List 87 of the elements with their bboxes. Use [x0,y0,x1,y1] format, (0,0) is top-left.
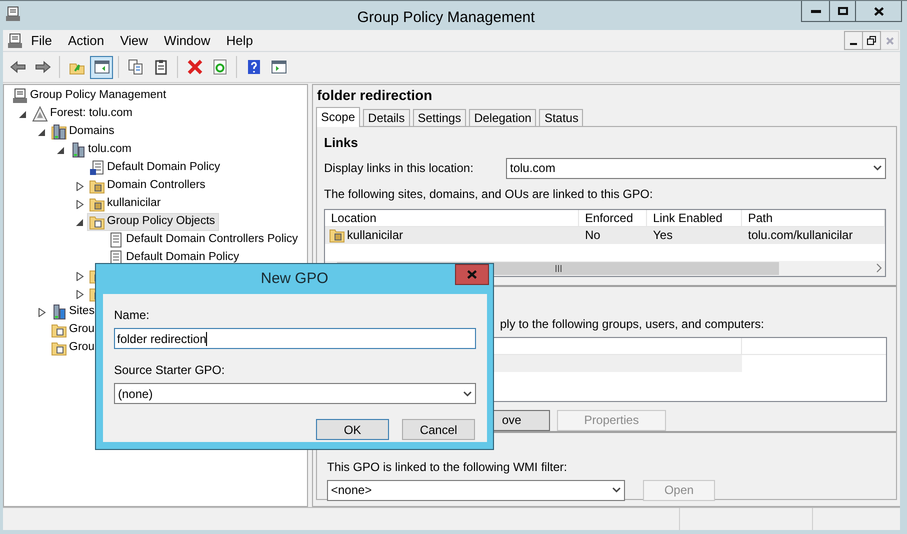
tree-item[interactable]: Group Policy Objects [87,213,220,231]
refresh-icon [212,59,228,75]
list-caption: ply to the following groups, users, and computers: [500,316,766,332]
table-cell: kullanicilar [325,226,579,244]
expanded-arrow-icon[interactable] [38,128,46,136]
minimize-icon [810,9,820,13]
table-cell-text: tolu.com/kullanicilar [747,227,854,244]
tab[interactable]: Status [539,109,584,126]
field-label: Display links in this location: [324,160,474,177]
collapsed-arrow-icon[interactable] [76,182,84,190]
delete-x-icon [186,59,202,75]
expanded-arrow-icon[interactable] [57,146,65,154]
folder-icon [89,196,105,212]
tree-item[interactable]: Domains [49,123,118,141]
menu-item[interactable]: File [31,30,52,50]
tab[interactable]: Details [363,109,410,126]
folder-icon [329,227,345,243]
starter-gpo-dropdown[interactable]: (none) [114,383,476,404]
tree-item[interactable]: Grou [49,321,99,339]
close-icon [886,36,894,44]
server-icon [70,142,86,158]
maximize-icon [838,7,848,15]
collapsed-arrow-icon[interactable] [76,200,84,208]
console-icon [7,32,23,48]
server-icon [51,304,67,320]
scroll-icon [89,160,105,176]
window-pane-icon [270,59,286,75]
table-cell-text: No [584,227,602,244]
wmi-filter-dropdown[interactable]: <none> [327,480,625,500]
table-cell-text: Yes [652,227,674,244]
close-icon [467,270,477,279]
collapsed-arrow-icon[interactable] [76,272,84,280]
tree-item[interactable]: Default Domain Controllers Policy [106,231,302,249]
grip-icon [554,264,562,272]
copy-icon [128,59,144,75]
scroll-icon [108,232,124,248]
expanded-arrow-icon[interactable] [76,218,84,226]
gpo-title: folder redirection [316,86,434,105]
window-pane-icon [94,59,110,75]
tab[interactable]: Scope [316,107,360,127]
section-heading: Links [324,134,359,152]
back-arrow-icon [10,59,26,75]
menu-item[interactable]: Window [164,30,210,50]
tree-item[interactable]: tolu.com [68,141,136,159]
clipboard-icon [152,59,168,75]
minimize-child-button[interactable] [844,31,863,50]
window-pane-button[interactable] [90,56,113,78]
wmi-caption: This GPO is linked to the following WMI filter: [327,458,568,476]
tree-item[interactable]: Sites [49,303,99,321]
tree-item[interactable]: Grou [49,339,99,357]
tree-item[interactable]: Default Domain Policy [87,159,224,177]
tab[interactable]: Delegation [469,109,536,126]
folder-icon [51,340,67,356]
forward-arrow-icon [34,59,50,75]
close-icon [874,6,884,16]
minimize-icon [850,43,857,45]
collapsed-arrow-icon[interactable] [38,308,46,316]
list-caption: The following sites, domains, and OUs are linked to this GPO: [324,186,654,202]
field-label: Name: [114,307,150,324]
help-icon [246,59,262,75]
triangle-icon [32,106,48,122]
menu-item[interactable]: View [120,30,148,50]
tree-item[interactable]: Group Policy Management [10,87,170,105]
expanded-arrow-icon[interactable] [19,110,27,118]
collapsed-arrow-icon[interactable] [76,290,84,298]
menu-item[interactable]: Help [226,30,254,50]
restore-icon [867,36,876,45]
menu-item[interactable]: Action [68,30,104,50]
table-row[interactable]: kullanicilar No Yes tolu.com/kullanicilar [325,226,885,244]
tree-item[interactable]: Domain Controllers [87,177,210,195]
tree-item[interactable]: Forest: tolu.com [30,105,136,123]
name-field[interactable]: folder redirection [114,328,476,349]
server-icon [51,124,67,140]
console-icon [5,6,21,22]
console-icon [12,88,28,104]
field-label: Source Starter GPO: [114,362,226,379]
folder-icon [89,214,105,230]
folder-icon [51,322,67,338]
location-dropdown[interactable]: tolu.com [506,158,886,178]
dialog-button[interactable]: OK [316,419,389,440]
tree-item[interactable]: kullanicilar [87,195,165,213]
tab[interactable]: Settings [412,109,466,126]
dialog-button[interactable]: Cancel [402,419,475,440]
dialog-title: New GPO [260,268,328,289]
window-title: Group Policy Management [357,8,535,28]
folder-icon [89,178,105,194]
restore-child-button[interactable] [863,31,881,50]
